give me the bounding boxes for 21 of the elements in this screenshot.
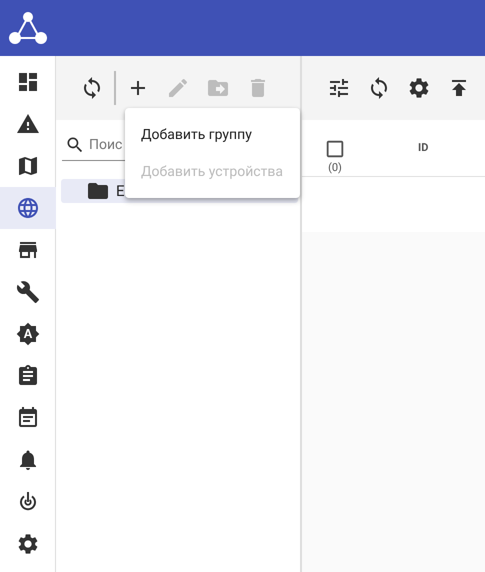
calendar-icon (16, 406, 40, 430)
pencil-icon (166, 76, 190, 100)
column-header[interactable]: ID (418, 141, 428, 154)
badge-icon (16, 322, 40, 346)
dashboard-icon (16, 70, 40, 94)
warning-icon (16, 112, 40, 136)
nav-item[interactable] (0, 187, 56, 229)
search-placeholder: Поис (89, 137, 122, 153)
wrench-icon (16, 280, 40, 304)
clipboard-icon (16, 364, 40, 388)
select-all-checkbox[interactable] (324, 138, 346, 160)
map-icon (16, 154, 40, 178)
logo-icon (9, 11, 47, 45)
settings-icon (407, 76, 431, 100)
tree-item-label: Е (116, 182, 125, 200)
globe-icon (16, 196, 40, 220)
selected-count: (0) (328, 161, 342, 174)
menu-item[interactable]: Добавить группу (125, 116, 300, 153)
sliders-icon (327, 76, 351, 100)
settings-icon (16, 532, 40, 556)
search-icon (65, 135, 85, 155)
